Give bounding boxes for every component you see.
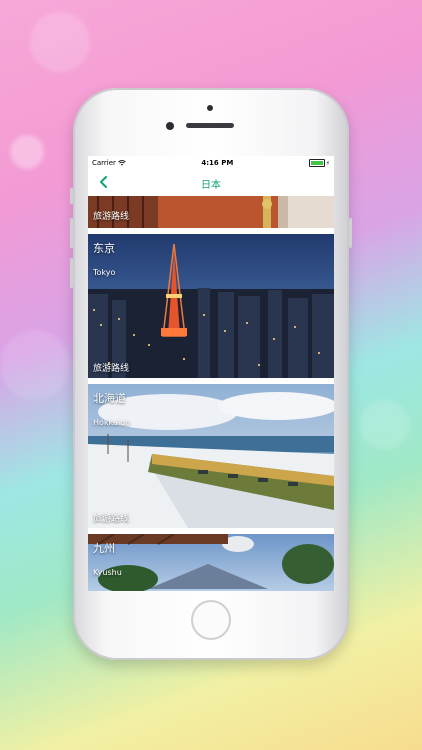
destination-name: 东京 (93, 242, 115, 255)
destination-name-en: Tokyo (93, 268, 116, 277)
destination-card[interactable]: 东京 Tokyo 旅游路线 (88, 234, 334, 378)
app-screen: Carrier 4:16 PM ⚡ 日本 旅游路线 东京 Tokyo 旅游路线 … (88, 156, 334, 591)
power-button (349, 218, 352, 248)
route-label[interactable]: 旅游路线 (93, 209, 129, 222)
charging-icon: ⚡ (325, 159, 330, 167)
bokeh-light (360, 400, 410, 450)
bokeh-light (10, 135, 44, 169)
card-photo (88, 234, 334, 378)
destination-list[interactable]: 旅游路线 东京 Tokyo 旅游路线 北海道 Hokkaido 旅游路线 九州 … (88, 196, 334, 591)
status-bar: Carrier 4:16 PM ⚡ (88, 156, 334, 170)
bokeh-light (0, 330, 70, 400)
wifi-icon (118, 160, 126, 166)
mute-switch (70, 188, 73, 204)
destination-card[interactable]: 九州 Kyushu (88, 534, 334, 591)
volume-up-button (70, 218, 73, 248)
destination-name-en: Kyushu (93, 568, 122, 577)
route-label[interactable]: 旅游路线 (93, 511, 129, 524)
navigation-bar: 日本 (88, 170, 334, 197)
front-camera (166, 122, 174, 130)
page-title: 日本 (201, 180, 221, 191)
destination-name: 北海道 (93, 392, 126, 405)
route-label[interactable]: 旅游路线 (93, 361, 129, 374)
card-photo (88, 534, 334, 591)
destination-card[interactable]: 北海道 Hokkaido 旅游路线 (88, 384, 334, 528)
destination-card[interactable]: 旅游路线 (88, 196, 334, 228)
status-time: 4:16 PM (201, 159, 234, 167)
destination-name: 九州 (93, 542, 115, 555)
earpiece-speaker (186, 123, 234, 128)
home-button[interactable] (191, 600, 231, 640)
volume-down-button (70, 258, 73, 288)
bokeh-light (30, 12, 90, 72)
carrier-label: Carrier (92, 159, 116, 167)
battery-icon (308, 159, 325, 167)
destination-name-en: Hokkaido (93, 418, 131, 427)
proximity-sensor (207, 105, 213, 111)
